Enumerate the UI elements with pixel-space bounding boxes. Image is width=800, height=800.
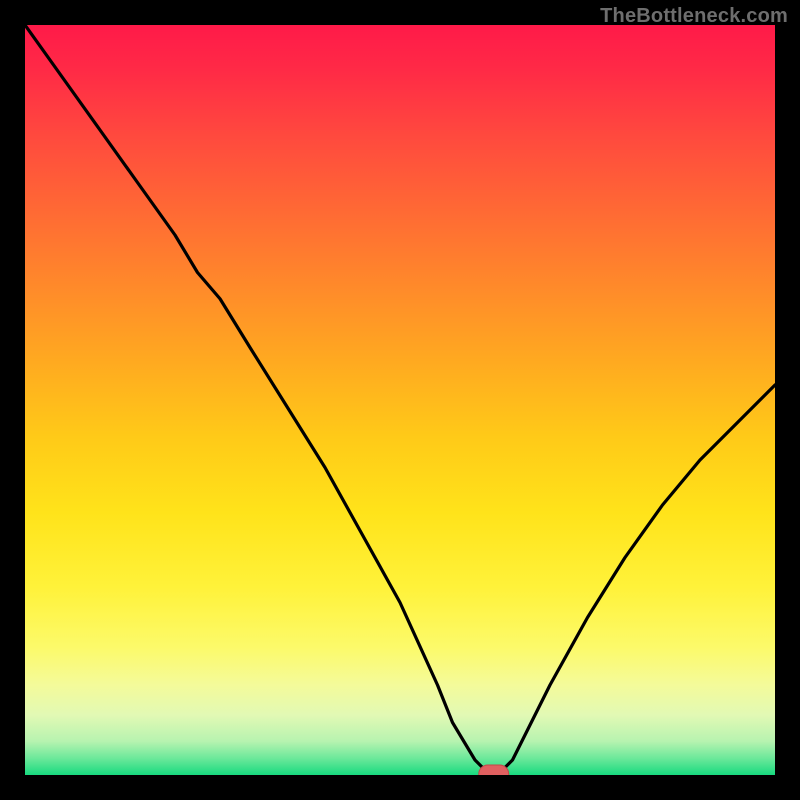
gradient-background [25, 25, 775, 775]
optimal-marker [479, 765, 509, 775]
watermark-text: TheBottleneck.com [600, 5, 788, 28]
chart-container: TheBottleneck.com [0, 0, 800, 800]
bottleneck-chart [25, 25, 775, 775]
